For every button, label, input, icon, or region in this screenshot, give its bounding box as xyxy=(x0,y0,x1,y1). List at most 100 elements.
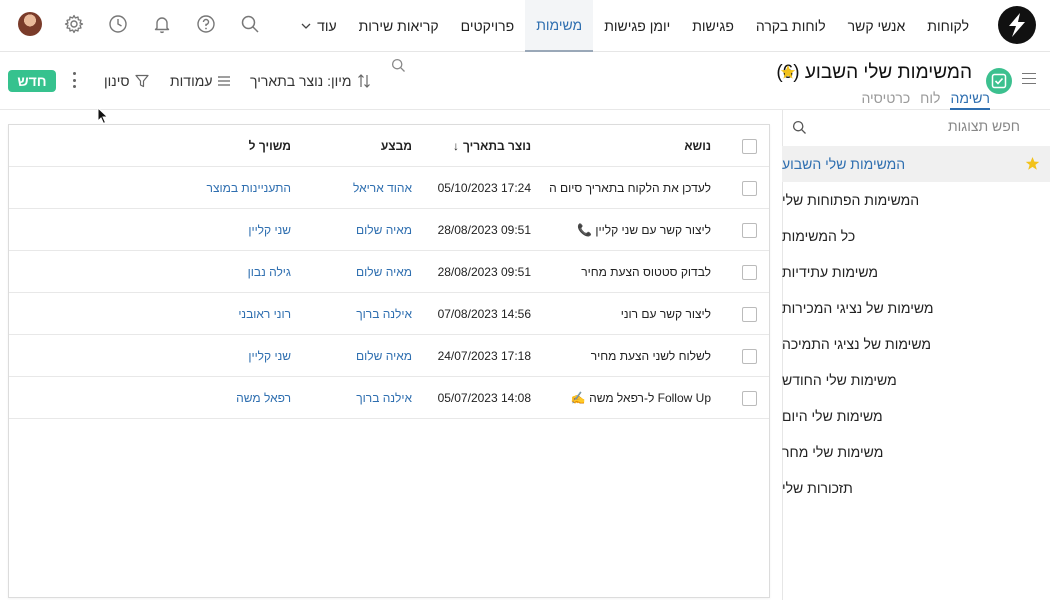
views-sidebar: המשימות שלי השבוע המשימות הפתוחות שלי כל… xyxy=(782,110,1050,600)
table-row[interactable]: ליצור קשר עם שני קליין 📞 28/08/2023 09:5… xyxy=(9,209,769,251)
row-checkbox[interactable] xyxy=(741,180,757,196)
view-item-sales-reps-tasks[interactable]: משימות של נציגי המכירות xyxy=(782,290,1050,326)
task-subject[interactable]: Follow Up ל-רפאל משה ✍️ xyxy=(549,377,711,419)
table-row[interactable]: Follow Up ל-רפאל משה ✍️ 05/07/2023 14:08… xyxy=(9,377,769,419)
task-owner-link[interactable]: מאיה שלום xyxy=(309,209,412,251)
nav-item-more[interactable]: עוד xyxy=(290,0,348,52)
table-row[interactable]: לשלוח לשני הצעת מחיר 24/07/2023 17:18 מא… xyxy=(9,335,769,377)
table-row[interactable]: לבדוק סטטוס הצעת מחיר 28/08/2023 09:51 מ… xyxy=(9,251,769,293)
view-item-label: משימות שלי החודש xyxy=(782,372,897,388)
column-header-owner[interactable]: מבצע xyxy=(309,125,412,167)
sort-button[interactable]: מיון: נוצר בתאריך xyxy=(250,68,371,94)
table-row[interactable]: לעדכן את הלקוח בתאריך סיום ה... 05/10/20… xyxy=(9,167,769,209)
columns-label: עמודות xyxy=(170,73,213,89)
list-search-button[interactable] xyxy=(386,52,406,78)
view-item-my-reminders[interactable]: תזכורות שלי xyxy=(782,470,1050,506)
row-checkbox[interactable] xyxy=(741,222,757,238)
view-item-label: משימות שלי היום xyxy=(782,408,883,424)
nav-item-calendar[interactable]: יומן פגישות xyxy=(593,0,681,52)
gear-icon xyxy=(64,14,84,34)
view-item-future-tasks[interactable]: משימות עתידיות xyxy=(782,254,1050,290)
view-item-label: משימות של נציגי התמיכה xyxy=(782,336,932,352)
global-search-button[interactable] xyxy=(238,12,262,36)
view-item-my-month-tasks[interactable]: משימות שלי החודש xyxy=(782,362,1050,398)
task-subject[interactable]: לעדכן את הלקוח בתאריך סיום ה... xyxy=(549,167,711,209)
table-header-row: נושא נוצר בתאריך ↓ מבצע משויך ל xyxy=(9,125,769,167)
table-row[interactable]: ליצור קשר עם רוני 07/08/2023 14:56 אילנה… xyxy=(9,293,769,335)
task-related-link[interactable]: שני קליין xyxy=(129,209,291,251)
nav-item-tasks[interactable]: משימות xyxy=(525,0,594,52)
mouse-cursor-icon xyxy=(97,107,109,125)
search-icon xyxy=(792,120,807,138)
select-all-checkbox[interactable] xyxy=(741,138,757,154)
view-item-label: המשימות הפתוחות שלי xyxy=(782,192,920,208)
task-created-date: 28/08/2023 09:51 xyxy=(437,223,531,237)
columns-button[interactable]: עמודות xyxy=(170,68,231,94)
column-header-created[interactable]: נוצר בתאריך ↓ xyxy=(409,125,531,167)
task-owner-link[interactable]: מאיה שלום xyxy=(309,335,412,377)
task-related-link[interactable]: רפאל משה xyxy=(129,377,291,419)
nav-item-dashboards[interactable]: לוחות בקרה xyxy=(745,0,837,52)
filter-icon xyxy=(134,74,149,88)
task-related-link[interactable]: התעניינות במוצר xyxy=(129,167,291,209)
top-navigation: לקוחות אנשי קשר לוחות בקרה פגישות יומן פ… xyxy=(0,0,1050,52)
tab-cards[interactable]: כרטיסיה xyxy=(861,90,910,110)
help-icon xyxy=(197,15,215,33)
filter-button[interactable]: סינון xyxy=(104,68,149,94)
clock-icon xyxy=(109,15,127,33)
task-owner-link[interactable]: אהוד אריאל xyxy=(309,167,412,209)
filter-label: סינון xyxy=(104,73,130,89)
app-logo[interactable] xyxy=(998,6,1036,44)
column-header-related[interactable]: משויך ל xyxy=(129,125,291,167)
task-created-date: 28/08/2023 09:51 xyxy=(437,265,531,279)
view-item-label: המשימות שלי השבוע xyxy=(782,156,906,172)
row-checkbox[interactable] xyxy=(741,306,757,322)
task-subject[interactable]: ליצור קשר עם שני קליין 📞 xyxy=(549,209,711,251)
task-subject[interactable]: ליצור קשר עם רוני xyxy=(549,293,711,335)
favorite-star-button[interactable] xyxy=(780,64,796,83)
nav-item-contacts[interactable]: אנשי קשר xyxy=(837,0,917,52)
menu-icon[interactable] xyxy=(1022,73,1036,85)
row-checkbox[interactable] xyxy=(741,264,757,280)
history-button[interactable] xyxy=(106,12,130,36)
task-created-date: 07/08/2023 14:56 xyxy=(437,307,531,321)
nav-item-customers[interactable]: לקוחות xyxy=(916,0,980,52)
row-checkbox[interactable] xyxy=(741,348,757,364)
nav-item-service-calls[interactable]: קריאות שירות xyxy=(348,0,450,52)
view-item-all-tasks[interactable]: כל המשימות xyxy=(782,218,1050,254)
task-related-link[interactable]: גילה נבון xyxy=(129,251,291,293)
avatar[interactable] xyxy=(18,12,42,36)
task-subject[interactable]: לשלוח לשני הצעת מחיר xyxy=(549,335,711,377)
task-related-link[interactable]: שני קליין xyxy=(129,335,291,377)
help-button[interactable] xyxy=(194,12,218,36)
more-options-icon[interactable] xyxy=(70,72,78,88)
sort-label: מיון: נוצר בתאריך xyxy=(250,73,352,89)
tab-list[interactable]: רשימה xyxy=(950,90,990,110)
view-item-my-open-tasks[interactable]: המשימות הפתוחות שלי xyxy=(782,182,1050,218)
task-owner-link[interactable]: מאיה שלום xyxy=(309,251,412,293)
settings-button[interactable] xyxy=(62,12,86,36)
nav-item-projects[interactable]: פרויקטים xyxy=(450,0,526,52)
checkbox-icon xyxy=(991,73,1007,89)
nav-item-meetings[interactable]: פגישות xyxy=(681,0,745,52)
task-owner-link[interactable]: אילנה ברוך xyxy=(309,377,412,419)
view-item-my-today-tasks[interactable]: משימות שלי היום xyxy=(782,398,1050,434)
task-related-link[interactable]: רוני ראובני xyxy=(129,293,291,335)
column-header-subject[interactable]: נושא xyxy=(549,125,711,167)
main-nav: לקוחות אנשי קשר לוחות בקרה פגישות יומן פ… xyxy=(290,0,980,52)
new-task-button[interactable]: חדש xyxy=(8,70,56,92)
task-subject[interactable]: לבדוק סטטוס הצעת מחיר xyxy=(549,251,711,293)
tab-board[interactable]: לוח xyxy=(920,90,940,110)
search-icon xyxy=(391,58,405,72)
task-owner-link[interactable]: אילנה ברוך xyxy=(309,293,412,335)
views-search-input[interactable] xyxy=(820,118,1020,134)
logo-icon xyxy=(1009,13,1025,37)
view-item-label: משימות של נציגי המכירות xyxy=(782,300,934,316)
row-checkbox[interactable] xyxy=(741,390,757,406)
view-item-my-tomorrow-tasks[interactable]: משימות שלי מחר xyxy=(782,434,1050,470)
view-item-support-reps-tasks[interactable]: משימות של נציגי התמיכה xyxy=(782,326,1050,362)
page-title: המשימות שלי השבוע (6) xyxy=(776,62,972,83)
sort-icon xyxy=(357,74,370,88)
notifications-button[interactable] xyxy=(150,12,174,36)
view-item-my-week-tasks[interactable]: המשימות שלי השבוע xyxy=(782,146,1050,182)
